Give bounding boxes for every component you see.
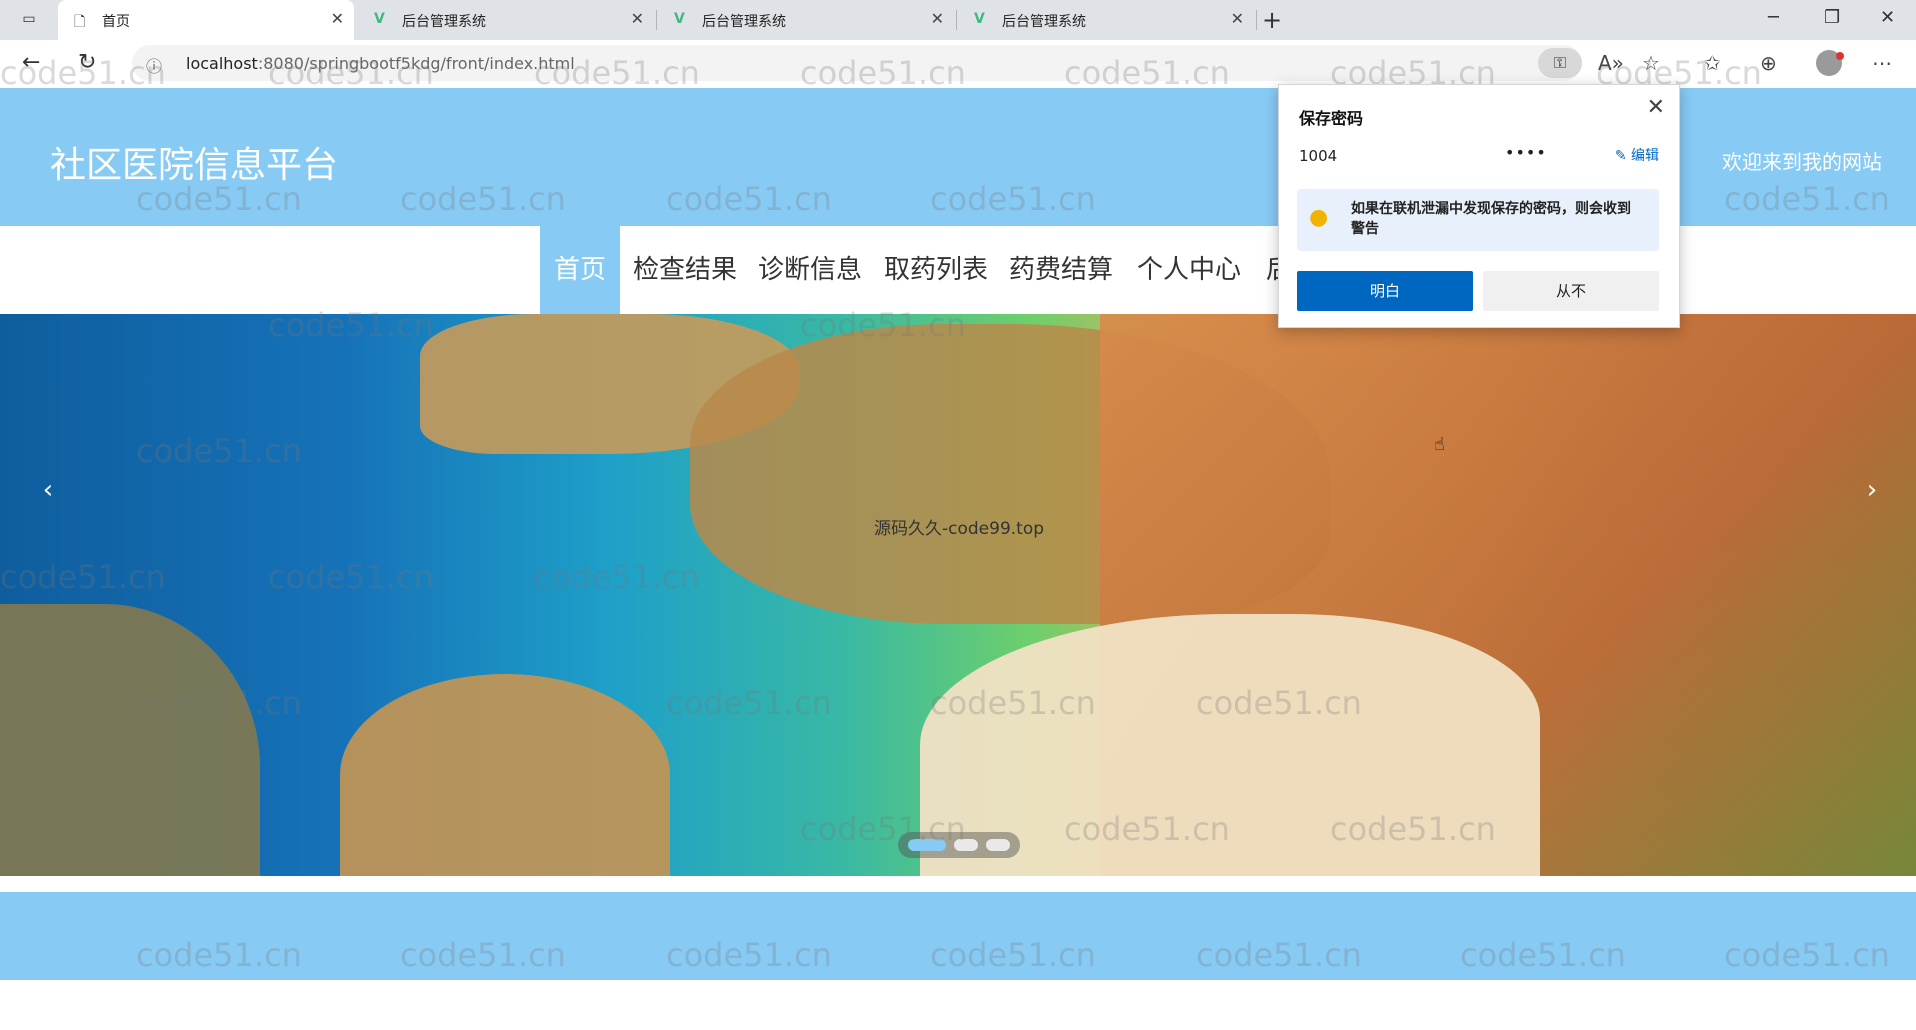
tab-title: 后台管理系统	[1002, 14, 1086, 30]
close-icon[interactable]: ✕	[631, 9, 644, 28]
tab-admin-2[interactable]: V 后台管理系统 ✕	[658, 0, 954, 40]
leak-warning-box: ● 如果在联机泄漏中发现保存的密码，则会收到警告	[1297, 189, 1659, 251]
nav-item-profile[interactable]: 个人中心	[1137, 226, 1241, 314]
banner-watermark-text: 源码久久-code99.top	[874, 519, 1045, 539]
close-icon[interactable]: ✕	[931, 9, 944, 28]
tab-title: 首页	[102, 14, 130, 30]
tab-title: 后台管理系统	[702, 14, 786, 30]
more-icon[interactable]: ⋯	[1872, 51, 1892, 75]
vue-icon: V	[974, 11, 985, 27]
footer-band	[0, 892, 1916, 980]
vue-icon: V	[674, 11, 685, 27]
close-icon[interactable]: ✕	[331, 9, 344, 28]
save-password-dialog: 保存密码 ✕ 1004 •••• ✎ 编辑 ● 如果在联机泄漏中发现保存的密码，…	[1278, 84, 1680, 328]
saved-username: 1004	[1299, 147, 1338, 165]
banner-scenery	[340, 674, 670, 876]
profile-badge	[1836, 52, 1844, 60]
page-icon: 🗋	[74, 14, 86, 30]
nav-item-diagnosis[interactable]: 诊断信息	[758, 226, 862, 314]
pencil-icon: ✎	[1614, 148, 1631, 164]
refresh-icon[interactable]: ↻	[78, 50, 96, 75]
nav-item-billing[interactable]: 药费结算	[1009, 226, 1113, 314]
got-it-button[interactable]: 明白	[1297, 271, 1473, 311]
close-window-icon[interactable]: ✕	[1880, 7, 1895, 28]
site-title: 社区医院信息平台	[50, 145, 339, 186]
address-bar: ← ↻ ⓘ localhost:8080/springbootf5kdg/fro…	[0, 40, 1916, 89]
never-button[interactable]: 从不	[1483, 271, 1659, 311]
minimize-icon[interactable]: ─	[1768, 7, 1779, 28]
edit-button[interactable]: ✎ 编辑	[1615, 145, 1659, 165]
tab-actions-icon[interactable]: ▭	[18, 9, 40, 29]
browser-tab-bar: ▭ 🗋 首页 ✕ V 后台管理系统 ✕ V 后台管理系统 ✕ V 后台管理系统 …	[0, 0, 1916, 40]
lightbulb-icon: ●	[1309, 205, 1329, 230]
read-aloud-icon[interactable]: A»	[1598, 51, 1624, 75]
tab-admin-1[interactable]: V 后台管理系统 ✕	[358, 0, 654, 40]
info-icon[interactable]: ⓘ	[146, 53, 162, 77]
tab-admin-3[interactable]: V 后台管理系统 ✕	[958, 0, 1254, 40]
favorite-star-icon[interactable]: ☆	[1642, 51, 1660, 75]
new-tab-icon[interactable]: +	[1262, 6, 1282, 34]
url-text[interactable]: localhost:8080/springbootf5kdg/front/ind…	[186, 54, 575, 73]
url-field[interactable]: ⓘ localhost:8080/springbootf5kdg/front/i…	[132, 45, 1582, 81]
carousel-dot[interactable]	[954, 839, 978, 851]
restore-icon[interactable]: ❐	[1824, 7, 1840, 28]
close-icon[interactable]: ✕	[1231, 9, 1244, 28]
carousel-indicators	[898, 832, 1020, 858]
nav-item-home[interactable]: 首页	[540, 226, 621, 314]
carousel-dot[interactable]	[908, 839, 946, 851]
welcome-text: 欢迎来到我的网站	[1722, 150, 1882, 174]
nav-item-exam-results[interactable]: 检查结果	[633, 226, 737, 314]
carousel-dot[interactable]	[986, 839, 1010, 851]
mouse-cursor-icon: ☝	[1434, 434, 1445, 455]
chevron-right-icon[interactable]: ›	[1850, 470, 1894, 514]
nav-item-medicine-list[interactable]: 取药列表	[884, 226, 988, 314]
back-icon[interactable]: ←	[22, 50, 40, 75]
close-icon[interactable]: ✕	[1647, 95, 1665, 120]
banner-carousel: 源码久久-code99.top ‹ ›	[0, 314, 1916, 876]
dialog-title: 保存密码	[1299, 109, 1364, 128]
tab-home[interactable]: 🗋 首页 ✕	[58, 0, 354, 40]
tab-title: 后台管理系统	[402, 14, 486, 30]
favorites-icon[interactable]: ✩	[1704, 51, 1721, 75]
banner-scenery	[0, 604, 260, 876]
tab-separator	[956, 10, 957, 30]
edit-label: 编辑	[1631, 148, 1659, 164]
chevron-left-icon[interactable]: ‹	[26, 470, 70, 514]
tab-separator	[1256, 10, 1257, 30]
password-key-icon[interactable]: ⚿	[1538, 48, 1582, 78]
leak-warning-text: 如果在联机泄漏中发现保存的密码，则会收到警告	[1351, 201, 1631, 237]
collections-icon[interactable]: ⊕	[1760, 51, 1777, 75]
saved-password-mask: ••••	[1505, 143, 1547, 162]
tab-separator	[656, 10, 657, 30]
vue-icon: V	[374, 11, 385, 27]
